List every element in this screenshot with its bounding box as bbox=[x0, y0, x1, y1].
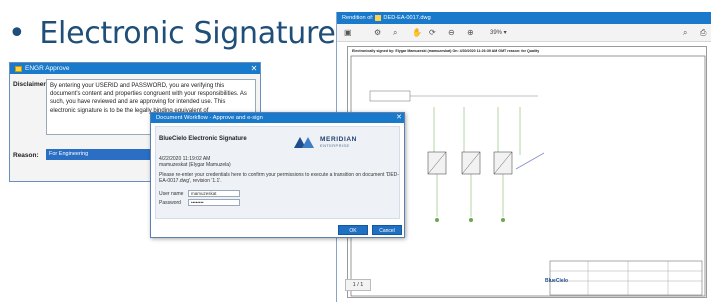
zoom-out-icon[interactable]: ⊖ bbox=[448, 28, 455, 38]
cancel-button[interactable]: Cancel bbox=[372, 225, 402, 235]
document-workflow-dialog: Document Workflow - Approve and e-sign ✕… bbox=[150, 112, 405, 238]
slide-title: • Electronic Signature bbox=[8, 16, 336, 51]
engr-title-bar: ENGR Approve ✕ bbox=[10, 63, 260, 74]
credential-instruction: Please re-enter your credentials here to… bbox=[159, 172, 399, 185]
rotate-icon[interactable]: ⟳ bbox=[429, 28, 436, 38]
reason-label: Reason: bbox=[13, 152, 39, 159]
search-icon-right[interactable]: ⌕ bbox=[683, 28, 687, 38]
sidebar-toggle-icon[interactable]: ▣ bbox=[344, 28, 352, 38]
signature-user: mamuzeskat (Elygar Mamuzela) bbox=[159, 162, 231, 168]
print-icon[interactable]: ⎙ bbox=[700, 28, 706, 38]
slide-bullet: • bbox=[8, 16, 26, 51]
brand-sub: ENTERPRISE bbox=[320, 143, 350, 148]
signature-heading: BlueCielo Electronic Signature bbox=[159, 136, 247, 142]
slide-title-text: Electronic Signature bbox=[39, 16, 336, 51]
meridian-logo-icon bbox=[294, 136, 316, 148]
username-label: User name bbox=[159, 191, 184, 197]
reason-select[interactable]: For Engineering bbox=[46, 149, 162, 160]
hand-tool-icon[interactable]: ✋ bbox=[412, 28, 422, 38]
password-label: Password bbox=[159, 200, 181, 206]
close-icon[interactable]: ✕ bbox=[394, 113, 404, 123]
viewer-title-prefix: Rendition of: bbox=[342, 15, 374, 21]
engr-dialog-title: ENGR Approve bbox=[25, 65, 70, 72]
viewer-file-name: DED-EA-0017.dwg bbox=[383, 15, 431, 21]
viewer-title-bar: Rendition of: DED-EA-0017.dwg bbox=[337, 12, 711, 24]
meridian-logo: MERIDIAN ENTERPRISE bbox=[294, 131, 394, 153]
slide: • Electronic Signature ENGR Approve ✕ Dis… bbox=[0, 0, 711, 302]
bluecielo-logo: BlueCielo bbox=[545, 278, 569, 284]
password-field[interactable]: •••••••• bbox=[188, 199, 240, 206]
gear-icon[interactable]: ⚙ bbox=[374, 28, 381, 38]
close-icon[interactable]: ✕ bbox=[248, 63, 260, 74]
app-icon bbox=[15, 65, 22, 72]
workflow-title-bar: Document Workflow - Approve and e-sign ✕ bbox=[151, 113, 404, 123]
ok-button[interactable]: OK bbox=[338, 225, 368, 235]
disclaimer-label: Disclaimer: bbox=[13, 81, 49, 88]
zoom-in-icon[interactable]: ⊕ bbox=[467, 28, 474, 38]
workflow-dialog-title: Document Workflow - Approve and e-sign bbox=[156, 115, 263, 121]
search-icon[interactable]: ⌕ bbox=[393, 28, 397, 38]
page-indicator: 1 / 1 bbox=[345, 279, 371, 291]
viewer-toolbar: ▣ ⚙ ⌕ ✋ ⟳ ⊖ ⊕ 39% ▾ ⌕ ⎙ bbox=[337, 24, 711, 42]
file-icon bbox=[375, 15, 382, 21]
zoom-select[interactable]: 39% ▾ bbox=[490, 29, 507, 36]
signature-panel: BlueCielo Electronic Signature MERIDIAN … bbox=[155, 126, 400, 219]
brand-name: MERIDIAN bbox=[320, 136, 357, 143]
username-field[interactable]: mamuzeskat bbox=[188, 190, 240, 197]
